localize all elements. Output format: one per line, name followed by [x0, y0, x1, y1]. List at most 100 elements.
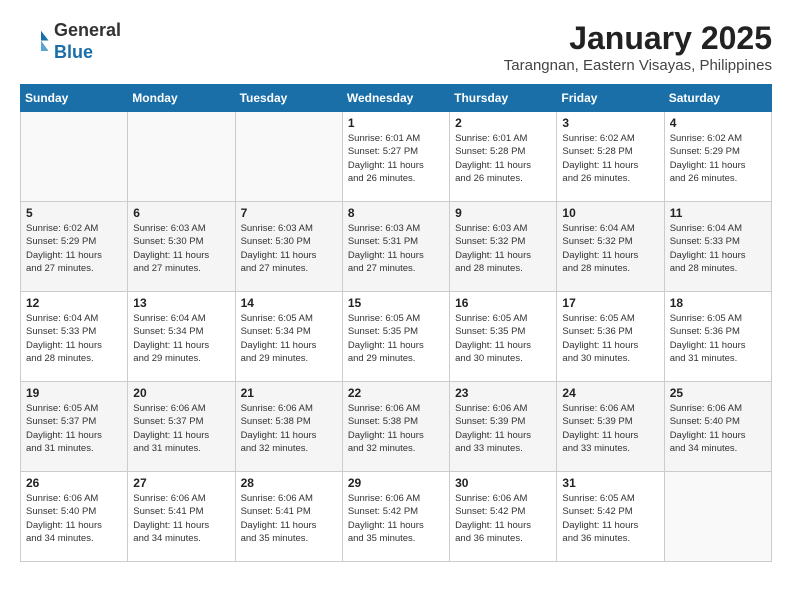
header-day-wednesday: Wednesday	[342, 85, 449, 112]
day-number: 27	[133, 476, 229, 490]
day-info: Sunrise: 6:05 AM Sunset: 5:35 PM Dayligh…	[348, 312, 444, 365]
calendar-day-21: 21 Sunrise: 6:06 AM Sunset: 5:38 PM Dayli…	[235, 382, 342, 472]
day-info: Sunrise: 6:06 AM Sunset: 5:37 PM Dayligh…	[133, 402, 229, 455]
day-info: Sunrise: 6:05 AM Sunset: 5:42 PM Dayligh…	[562, 492, 658, 545]
day-info: Sunrise: 6:02 AM Sunset: 5:28 PM Dayligh…	[562, 132, 658, 185]
calendar-day-16: 16 Sunrise: 6:05 AM Sunset: 5:35 PM Dayli…	[450, 292, 557, 382]
day-number: 23	[455, 386, 551, 400]
day-number: 9	[455, 206, 551, 220]
calendar-empty	[21, 112, 128, 202]
day-info: Sunrise: 6:04 AM Sunset: 5:33 PM Dayligh…	[670, 222, 766, 275]
day-number: 26	[26, 476, 122, 490]
day-number: 6	[133, 206, 229, 220]
day-info: Sunrise: 6:03 AM Sunset: 5:32 PM Dayligh…	[455, 222, 551, 275]
day-number: 20	[133, 386, 229, 400]
calendar-day-1: 1Sunrise: 6:01 AM Sunset: 5:27 PM Daylig…	[342, 112, 449, 202]
day-number: 28	[241, 476, 337, 490]
day-number: 21	[241, 386, 337, 400]
day-info: Sunrise: 6:06 AM Sunset: 5:38 PM Dayligh…	[348, 402, 444, 455]
calendar-week-1: 1Sunrise: 6:01 AM Sunset: 5:27 PM Daylig…	[21, 112, 772, 202]
day-number: 15	[348, 296, 444, 310]
day-number: 4	[670, 116, 766, 130]
header-day-saturday: Saturday	[664, 85, 771, 112]
day-number: 19	[26, 386, 122, 400]
day-info: Sunrise: 6:06 AM Sunset: 5:39 PM Dayligh…	[562, 402, 658, 455]
day-info: Sunrise: 6:06 AM Sunset: 5:41 PM Dayligh…	[133, 492, 229, 545]
calendar-day-7: 7 Sunrise: 6:03 AM Sunset: 5:30 PM Daylig…	[235, 202, 342, 292]
day-number: 14	[241, 296, 337, 310]
month-title: January 2025	[504, 20, 772, 57]
calendar-day-26: 26 Sunrise: 6:06 AM Sunset: 5:40 PM Dayli…	[21, 472, 128, 562]
day-number: 2	[455, 116, 551, 130]
calendar-day-24: 24Sunrise: 6:06 AM Sunset: 5:39 PM Dayli…	[557, 382, 664, 472]
page-header: General Blue January 2025 Tarangnan, Eas…	[20, 20, 772, 74]
calendar-week-4: 19Sunrise: 6:05 AM Sunset: 5:37 PM Dayli…	[21, 382, 772, 472]
day-number: 18	[670, 296, 766, 310]
logo-icon	[20, 27, 50, 57]
logo-text: General Blue	[54, 20, 121, 63]
calendar-day-18: 18 Sunrise: 6:05 AM Sunset: 5:36 PM Dayli…	[664, 292, 771, 382]
day-number: 16	[455, 296, 551, 310]
calendar-day-12: 12Sunrise: 6:04 AM Sunset: 5:33 PM Dayli…	[21, 292, 128, 382]
day-number: 22	[348, 386, 444, 400]
calendar-day-31: 31 Sunrise: 6:05 AM Sunset: 5:42 PM Dayli…	[557, 472, 664, 562]
calendar-day-15: 15 Sunrise: 6:05 AM Sunset: 5:35 PM Dayli…	[342, 292, 449, 382]
day-number: 8	[348, 206, 444, 220]
day-info: Sunrise: 6:05 AM Sunset: 5:36 PM Dayligh…	[562, 312, 658, 365]
day-number: 5	[26, 206, 122, 220]
day-info: Sunrise: 6:06 AM Sunset: 5:40 PM Dayligh…	[26, 492, 122, 545]
day-number: 13	[133, 296, 229, 310]
day-info: Sunrise: 6:02 AM Sunset: 5:29 PM Dayligh…	[26, 222, 122, 275]
day-info: Sunrise: 6:04 AM Sunset: 5:32 PM Dayligh…	[562, 222, 658, 275]
header-day-tuesday: Tuesday	[235, 85, 342, 112]
calendar-day-25: 25 Sunrise: 6:06 AM Sunset: 5:40 PM Dayli…	[664, 382, 771, 472]
day-number: 7	[241, 206, 337, 220]
day-info: Sunrise: 6:05 AM Sunset: 5:36 PM Dayligh…	[670, 312, 766, 365]
calendar-day-22: 22 Sunrise: 6:06 AM Sunset: 5:38 PM Dayli…	[342, 382, 449, 472]
calendar-day-29: 29Sunrise: 6:06 AM Sunset: 5:42 PM Dayli…	[342, 472, 449, 562]
day-info: Sunrise: 6:01 AM Sunset: 5:28 PM Dayligh…	[455, 132, 551, 185]
header-day-sunday: Sunday	[21, 85, 128, 112]
logo: General Blue	[20, 20, 121, 63]
day-number: 12	[26, 296, 122, 310]
calendar-day-11: 11 Sunrise: 6:04 AM Sunset: 5:33 PM Dayli…	[664, 202, 771, 292]
day-number: 31	[562, 476, 658, 490]
calendar-day-8: 8 Sunrise: 6:03 AM Sunset: 5:31 PM Daylig…	[342, 202, 449, 292]
title-block: January 2025 Tarangnan, Eastern Visayas,…	[504, 20, 772, 74]
day-number: 25	[670, 386, 766, 400]
day-info: Sunrise: 6:03 AM Sunset: 5:31 PM Dayligh…	[348, 222, 444, 275]
day-info: Sunrise: 6:03 AM Sunset: 5:30 PM Dayligh…	[133, 222, 229, 275]
day-info: Sunrise: 6:06 AM Sunset: 5:40 PM Dayligh…	[670, 402, 766, 455]
day-number: 11	[670, 206, 766, 220]
calendar-day-20: 20 Sunrise: 6:06 AM Sunset: 5:37 PM Dayli…	[128, 382, 235, 472]
calendar-day-6: 6 Sunrise: 6:03 AM Sunset: 5:30 PM Daylig…	[128, 202, 235, 292]
calendar-header-row: SundayMondayTuesdayWednesdayThursdayFrid…	[21, 85, 772, 112]
day-info: Sunrise: 6:05 AM Sunset: 5:34 PM Dayligh…	[241, 312, 337, 365]
calendar-day-9: 9 Sunrise: 6:03 AM Sunset: 5:32 PM Daylig…	[450, 202, 557, 292]
calendar-day-17: 17 Sunrise: 6:05 AM Sunset: 5:36 PM Dayli…	[557, 292, 664, 382]
calendar-day-23: 23Sunrise: 6:06 AM Sunset: 5:39 PM Dayli…	[450, 382, 557, 472]
header-day-thursday: Thursday	[450, 85, 557, 112]
day-info: Sunrise: 6:05 AM Sunset: 5:35 PM Dayligh…	[455, 312, 551, 365]
day-info: Sunrise: 6:06 AM Sunset: 5:42 PM Dayligh…	[455, 492, 551, 545]
calendar-table: SundayMondayTuesdayWednesdayThursdayFrid…	[20, 84, 772, 562]
location-title: Tarangnan, Eastern Visayas, Philippines	[504, 57, 772, 74]
day-info: Sunrise: 6:03 AM Sunset: 5:30 PM Dayligh…	[241, 222, 337, 275]
calendar-day-28: 28Sunrise: 6:06 AM Sunset: 5:41 PM Dayli…	[235, 472, 342, 562]
day-info: Sunrise: 6:06 AM Sunset: 5:38 PM Dayligh…	[241, 402, 337, 455]
calendar-week-2: 5 Sunrise: 6:02 AM Sunset: 5:29 PM Daylig…	[21, 202, 772, 292]
calendar-week-5: 26 Sunrise: 6:06 AM Sunset: 5:40 PM Dayli…	[21, 472, 772, 562]
calendar-day-14: 14 Sunrise: 6:05 AM Sunset: 5:34 PM Dayli…	[235, 292, 342, 382]
calendar-empty	[128, 112, 235, 202]
day-number: 17	[562, 296, 658, 310]
calendar-empty	[235, 112, 342, 202]
calendar-day-5: 5 Sunrise: 6:02 AM Sunset: 5:29 PM Daylig…	[21, 202, 128, 292]
calendar-day-3: 3Sunrise: 6:02 AM Sunset: 5:28 PM Daylig…	[557, 112, 664, 202]
day-number: 29	[348, 476, 444, 490]
day-number: 30	[455, 476, 551, 490]
calendar-day-13: 13Sunrise: 6:04 AM Sunset: 5:34 PM Dayli…	[128, 292, 235, 382]
calendar-day-27: 27 Sunrise: 6:06 AM Sunset: 5:41 PM Dayli…	[128, 472, 235, 562]
day-number: 10	[562, 206, 658, 220]
calendar-day-19: 19Sunrise: 6:05 AM Sunset: 5:37 PM Dayli…	[21, 382, 128, 472]
calendar-day-10: 10 Sunrise: 6:04 AM Sunset: 5:32 PM Dayli…	[557, 202, 664, 292]
